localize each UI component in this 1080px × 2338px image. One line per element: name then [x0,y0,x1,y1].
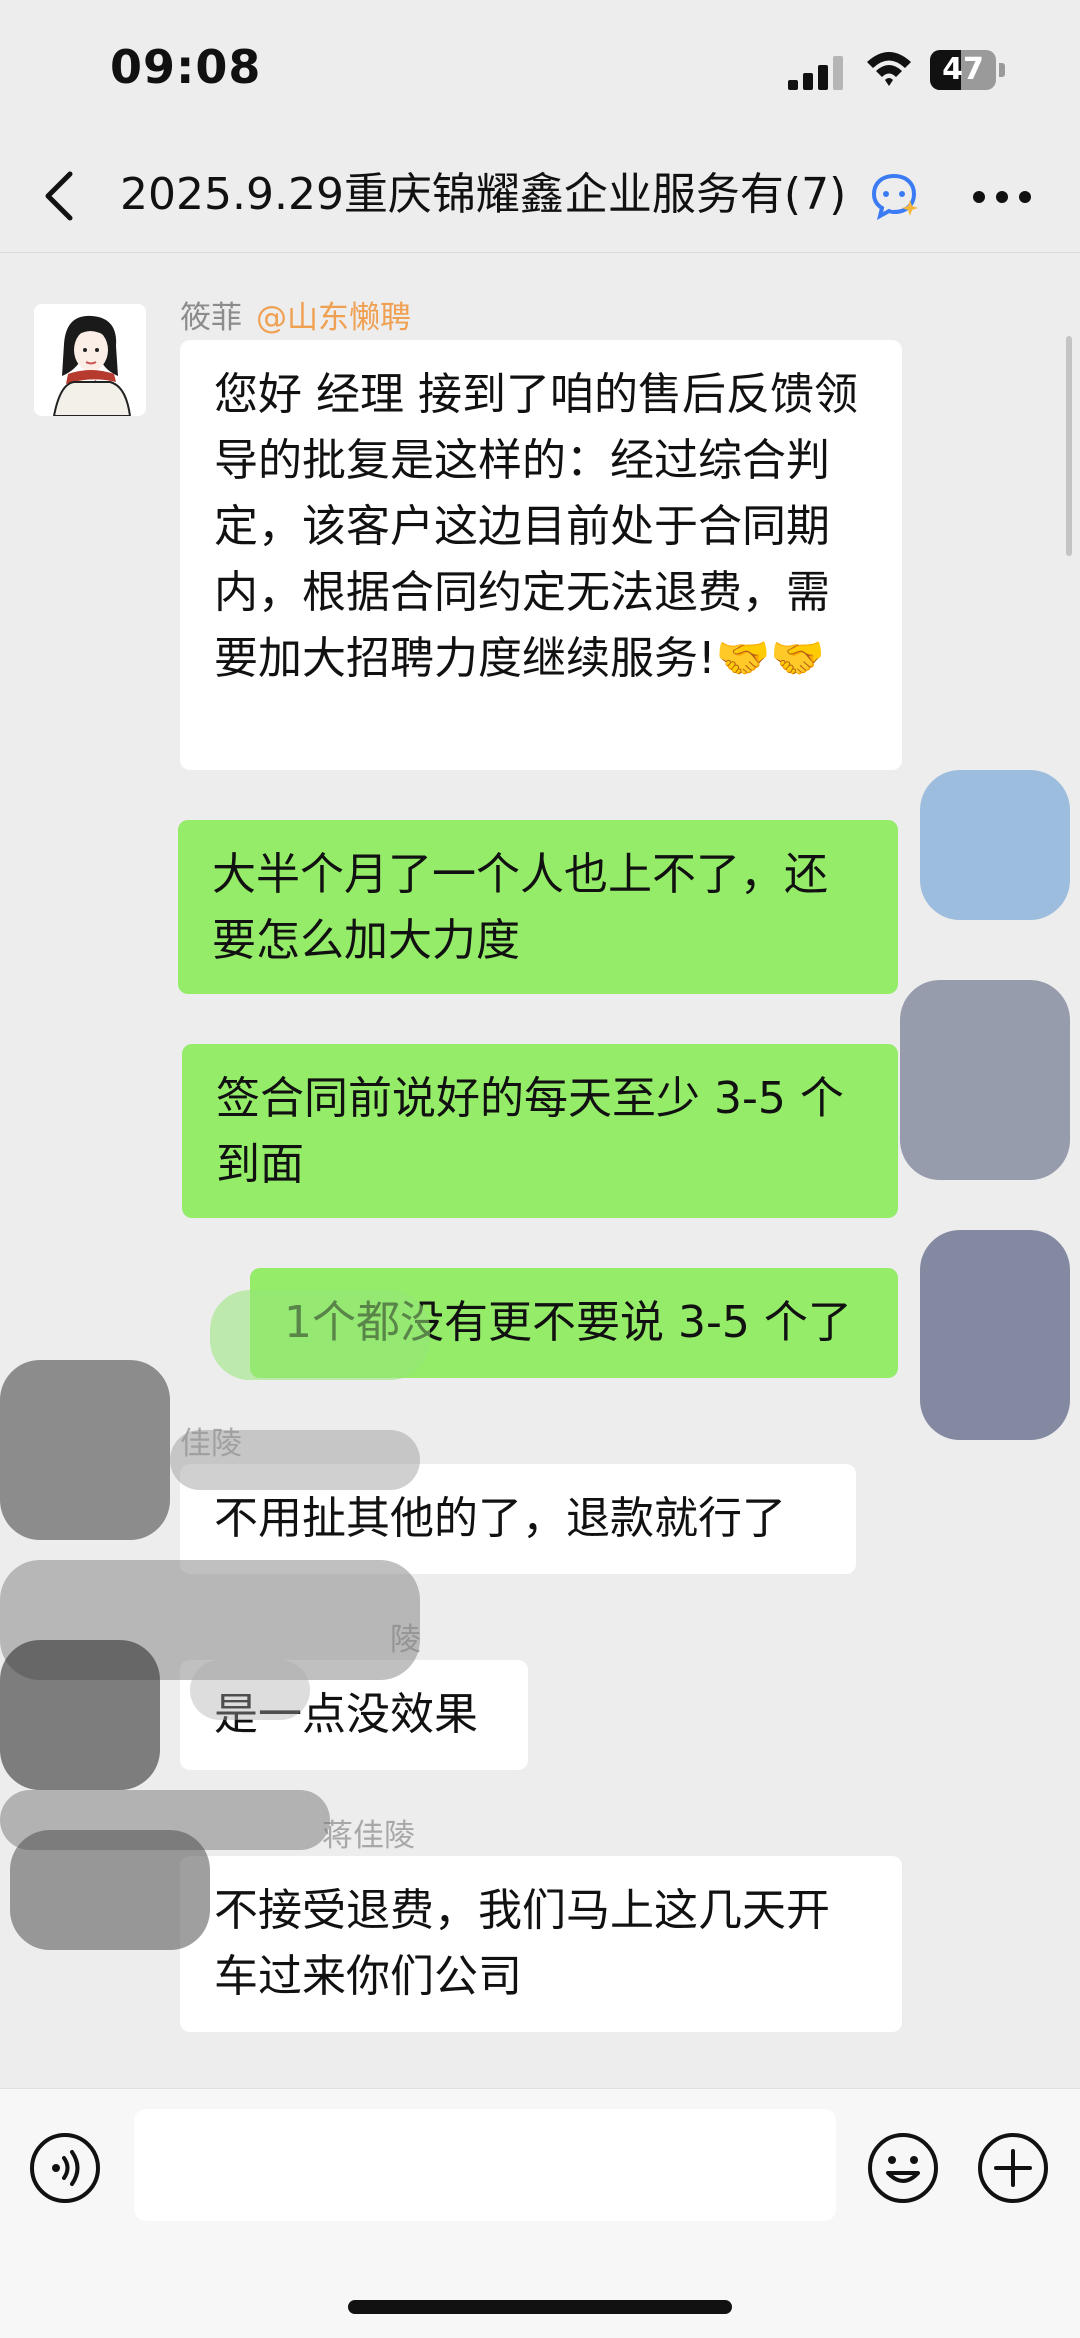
plus-icon[interactable] [976,2131,1050,2205]
incoming-message-bubble[interactable]: 是一点没效果 [180,1660,528,1770]
sender-name: 蒋佳陵 [322,1818,415,1854]
outgoing-message-bubble[interactable]: 1个都没有更不要说 3-5 个了 [250,1268,898,1378]
signal-icon [788,56,843,90]
outgoing-message-bubble[interactable]: 大半个月了一个人也上不了，还要怎么加大力度 [178,820,898,994]
home-indicator[interactable] [348,2300,732,2314]
battery-icon: 47 [930,50,1006,90]
incoming-message-bubble[interactable]: 不用扯其他的了，退款就行了 [180,1464,856,1574]
chat-title: 2025.9.29重庆锦耀鑫企业服务有(7) [120,169,847,220]
redaction-scribble [900,980,1070,1180]
back-arrow-icon[interactable] [38,168,82,224]
avatar-illustration-icon [34,304,146,416]
wifi-icon [867,52,911,86]
sender-name: 陵 [390,1622,421,1658]
battery-level-text: 47 [942,52,984,87]
more-icon[interactable] [972,190,1032,204]
redaction-scribble [0,1360,170,1540]
ai-chat-icon[interactable] [868,170,920,222]
status-bar: 09:08 47 [0,0,1080,140]
incoming-message-bubble[interactable]: 您好 经理 接到了咱的售后反馈领导的批复是这样的：经过综合判定，该客户这边目前处… [180,340,902,770]
chat-header: 2025.9.29重庆锦耀鑫企业服务有(7) [0,140,1080,253]
sender-name: 筱菲 @山东懒聘 [180,292,411,337]
sender-name: 佳陵 [180,1426,242,1462]
message-input[interactable] [134,2109,836,2221]
voice-icon[interactable] [28,2131,102,2205]
emoji-icon[interactable] [866,2131,940,2205]
status-time: 09:08 [110,40,262,94]
sender-name-text: 筱菲 [180,300,242,336]
mention-tag[interactable]: @山东懒聘 [256,300,411,336]
redaction-scribble [0,1790,330,1850]
redaction-scribble [0,1640,160,1790]
redaction-scribble [920,1230,1070,1440]
scrollbar[interactable] [1066,336,1072,556]
outgoing-message-bubble[interactable]: 签合同前说好的每天至少 3-5 个到面 [182,1044,898,1218]
avatar[interactable] [34,304,146,416]
redaction-scribble [920,770,1070,920]
incoming-message-bubble[interactable]: 不接受退费，我们马上这几天开车过来你们公司 [180,1856,902,2032]
